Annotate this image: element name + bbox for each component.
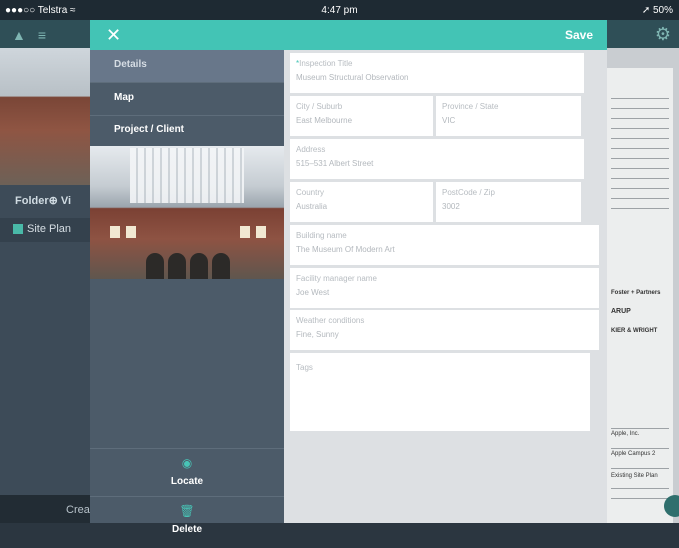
delete-button[interactable]: 🗑 Delete xyxy=(90,502,284,548)
field-value: Australia xyxy=(296,202,328,211)
weather-conditions-field[interactable]: Weather conditions Fine, Sunny xyxy=(290,310,599,350)
field-label: Weather conditions xyxy=(296,316,365,325)
field-value: 515–531 Albert Street xyxy=(296,159,374,168)
field-label: Facility manager name xyxy=(296,274,377,283)
tags-field[interactable]: Tags xyxy=(290,353,590,431)
create-label: Crea xyxy=(66,504,90,516)
building-name-field[interactable]: Building name The Museum Of Modern Art xyxy=(290,225,599,265)
country-field[interactable]: Country Australia xyxy=(290,182,433,222)
drawing-text: Apple, Inc. xyxy=(611,431,640,437)
address-field[interactable]: Address 515–531 Albert Street xyxy=(290,139,584,179)
inspection-title-field[interactable]: *Inspection Title Museum Structural Obse… xyxy=(290,53,584,93)
delete-label: Delete xyxy=(171,524,202,535)
details-form: *Inspection Title Museum Structural Obse… xyxy=(284,50,607,523)
city-suburb-field[interactable]: City / Suburb East Melbourne xyxy=(290,96,433,136)
modal-sidebar: Details Map Project / Client ✎ ◉ Locate … xyxy=(90,50,284,535)
location-pin-icon: ◉ xyxy=(181,456,193,470)
sidebar-item-map[interactable]: Map xyxy=(90,83,284,116)
background-photo xyxy=(0,48,92,185)
background-site-plan-item: Site Plan xyxy=(0,218,92,242)
field-value: Fine, Sunny xyxy=(296,330,339,339)
field-value: The Museum Of Modern Art xyxy=(296,245,395,254)
field-value: Museum Structural Observation xyxy=(296,73,409,82)
inspection-details-modal: ✕ Save Details Map Project / Client ✎ ◉ … xyxy=(90,20,607,535)
sidebar-item-project-client[interactable]: Project / Client xyxy=(90,115,284,148)
modal-header: ✕ Save xyxy=(90,20,607,50)
field-value: Joe West xyxy=(296,288,330,297)
field-label: Inspection Title xyxy=(299,59,353,68)
site-plan-label: Site Plan xyxy=(27,223,72,235)
field-label: Building name xyxy=(296,231,347,240)
field-label: Province / State xyxy=(442,102,499,111)
field-label: PostCode / Zip xyxy=(442,188,495,197)
clock-text: 4:47 pm xyxy=(321,5,358,16)
field-label: Tags xyxy=(296,363,313,372)
building-photo[interactable]: ✎ xyxy=(90,146,284,279)
drawing-sheet: Foster + Partners ARUP KIER & WRIGHT App… xyxy=(606,68,673,523)
background-drawing: Foster + Partners ARUP KIER & WRIGHT App… xyxy=(606,48,679,523)
drawing-text: KIER & WRIGHT xyxy=(611,328,658,334)
battery-text: ➚ 50% xyxy=(641,5,673,16)
drawing-text: Existing Site Plan xyxy=(611,473,658,479)
drawing-text: ARUP xyxy=(611,308,631,315)
postcode-field[interactable]: PostCode / Zip 3002 xyxy=(436,182,581,222)
field-value: VIC xyxy=(442,116,456,125)
sidebar-item-label: Map xyxy=(114,92,134,103)
save-button[interactable]: Save xyxy=(565,28,593,42)
trash-icon: 🗑 xyxy=(179,504,195,518)
gear-icon: ⚙ xyxy=(654,24,671,44)
background-toolbar-icons: ▲≡ xyxy=(12,27,59,43)
facility-manager-field[interactable]: Facility manager name Joe West xyxy=(290,268,599,308)
close-icon[interactable]: ✕ xyxy=(106,25,126,45)
site-plan-icon xyxy=(13,224,23,234)
sidebar-item-details[interactable]: Details xyxy=(90,50,284,83)
drawing-text: Apple Campus 2 xyxy=(611,451,656,457)
field-value: 3002 xyxy=(442,202,460,211)
province-state-field[interactable]: Province / State VIC xyxy=(436,96,581,136)
status-bar: ●●●○○ Telstra ≈ 4:47 pm ➚ 50% xyxy=(0,0,679,20)
sidebar-item-label: Project / Client xyxy=(114,124,185,135)
field-label: Address xyxy=(296,145,326,154)
background-create-bar: Crea xyxy=(0,495,92,523)
locate-button[interactable]: ◉ Locate xyxy=(90,454,284,500)
field-value: East Melbourne xyxy=(296,116,353,125)
field-label: Country xyxy=(296,188,325,197)
drawing-text: Foster + Partners xyxy=(611,290,661,296)
locate-label: Locate xyxy=(170,476,204,487)
background-folder-label: Folder⊕ Vi xyxy=(15,195,72,207)
field-label: City / Suburb xyxy=(296,102,343,111)
sidebar-item-label: Details xyxy=(114,59,147,70)
background-action-button xyxy=(664,495,679,517)
